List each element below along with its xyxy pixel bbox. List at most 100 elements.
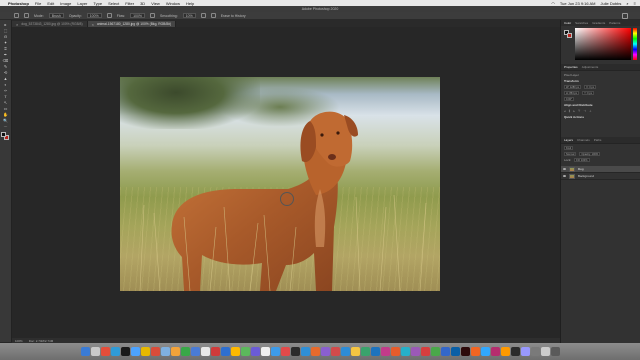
dock-app-icon[interactable] [530,347,540,356]
dock-app-icon[interactable] [540,347,550,356]
dock-app-icon[interactable] [320,347,330,356]
menu-select[interactable]: Select [108,1,119,6]
history-brush-tool-icon[interactable]: ⟲ [2,70,9,75]
erase-history-checkbox[interactable] [210,13,216,18]
eyedropper-tool-icon[interactable]: ✒ [2,52,9,57]
dock-app-icon[interactable] [160,347,170,356]
background-chip[interactable] [567,33,572,38]
dock-app-icon[interactable] [130,347,140,356]
more-tools-icon[interactable]: ⋯ [2,124,9,129]
blend-mode-select[interactable]: Normal [564,152,577,156]
dock-app-icon[interactable] [550,347,560,356]
workspace-icon[interactable] [622,13,628,19]
eye-icon[interactable] [563,175,566,177]
close-icon[interactable]: × [16,22,18,27]
dock-app-icon[interactable] [510,347,520,356]
tab-paths[interactable]: Paths [594,138,602,142]
spotlight-icon[interactable]: ⌕ [626,1,628,6]
dock-app-icon[interactable] [260,347,270,356]
align-bottom-icon[interactable]: ⊥ [589,109,592,113]
dock-app-icon[interactable] [270,347,280,356]
dock-app-icon[interactable] [300,347,310,356]
smoothing-options-icon[interactable] [200,13,206,18]
foreground-color-swatch[interactable] [1,132,6,137]
tab-patterns[interactable]: Patterns [609,21,620,25]
height-field[interactable]: H: 853 px [564,91,580,95]
dock-app-icon[interactable] [140,347,150,356]
zoom-tool-icon[interactable]: 🔍 [2,118,9,123]
dock-app-icon[interactable] [490,347,500,356]
menu-type[interactable]: Type [93,1,102,6]
dock-app-icon[interactable] [250,347,260,356]
layer-row[interactable]: Background [561,173,640,180]
dock-app-icon[interactable] [480,347,490,356]
menu-help[interactable]: Help [186,1,194,6]
eye-icon[interactable] [563,168,566,170]
color-picker[interactable] [564,28,637,62]
dock-app-icon[interactable] [190,347,200,356]
healing-tool-icon[interactable]: ⌫ [2,58,9,63]
tab-layers[interactable]: Layers [564,138,573,142]
layer-row[interactable]: Dog [561,166,640,173]
tab-color[interactable]: Color [564,21,571,25]
menu-image[interactable]: Image [60,1,71,6]
y-field[interactable]: Y: 0 px [582,91,595,95]
clock[interactable]: Tue Jun 23 9:16 AM [560,1,596,6]
pen-tool-icon[interactable]: ✑ [2,88,9,93]
dock-app-icon[interactable] [370,347,380,356]
align-top-icon[interactable]: ⊤ [578,109,581,113]
saturation-field[interactable] [575,28,631,60]
mode-select[interactable]: Brush [48,13,64,18]
zoom-level[interactable]: 100% [15,339,23,343]
marquee-tool-icon[interactable]: ⬚ [2,28,9,33]
pressure-opacity-icon[interactable] [106,13,112,18]
dock-app-icon[interactable] [80,347,90,356]
dock-app-icon[interactable] [400,347,410,356]
menu-view[interactable]: View [151,1,160,6]
hand-tool-icon[interactable]: ✋ [2,112,9,117]
menu-file[interactable]: File [35,1,41,6]
dock-app-icon[interactable] [500,347,510,356]
dock-app-icon[interactable] [210,347,220,356]
dock-app-icon[interactable] [420,347,430,356]
canvas-area[interactable] [12,27,560,338]
dock-app-icon[interactable] [520,347,530,356]
dock-app-icon[interactable] [120,347,130,356]
dock-app-icon[interactable] [380,347,390,356]
menu-edit[interactable]: Edit [47,1,54,6]
x-field[interactable]: X: 0 px [584,85,597,89]
airbrush-icon[interactable] [150,13,156,18]
shape-tool-icon[interactable]: ▭ [2,106,9,111]
menu-filter[interactable]: Filter [125,1,134,6]
eraser-tool-icon[interactable]: ▲ [2,76,9,81]
align-center-icon[interactable]: ⫼ [569,109,570,113]
hue-slider[interactable] [633,28,637,60]
brush-tool-icon[interactable]: ✎ [2,64,9,69]
lasso-tool-icon[interactable]: ʘ [2,34,9,39]
dock-app-icon[interactable] [200,347,210,356]
tab-adjustments[interactable]: Adjustments [582,65,599,69]
dock-app-icon[interactable] [100,347,110,356]
opacity-field[interactable]: 100% [86,13,102,18]
dock-app-icon[interactable] [470,347,480,356]
dock-app-icon[interactable] [170,347,180,356]
brush-settings-icon[interactable] [24,13,29,18]
dock-app-icon[interactable] [360,347,370,356]
layer-name[interactable]: Background [578,174,594,178]
dock-app-icon[interactable] [280,347,290,356]
layer-opacity-field[interactable]: Opacity: 100% [579,152,601,156]
dock-app-icon[interactable] [150,347,160,356]
dock-app-icon[interactable] [460,347,470,356]
close-icon[interactable]: × [92,22,94,27]
dock-app-icon[interactable] [90,347,100,356]
wifi-icon[interactable]: ◠ [551,1,555,6]
dock-app-icon[interactable] [290,347,300,356]
menu-window[interactable]: Window [166,1,180,6]
dock-app-icon[interactable] [390,347,400,356]
align-right-icon[interactable]: ⫸ [573,109,575,113]
color-chips[interactable] [564,30,572,38]
align-heading[interactable]: Align and Distribute [564,103,637,107]
dock-app-icon[interactable] [310,347,320,356]
dock-app-icon[interactable] [450,347,460,356]
crop-tool-icon[interactable]: ⌗ [2,46,9,51]
